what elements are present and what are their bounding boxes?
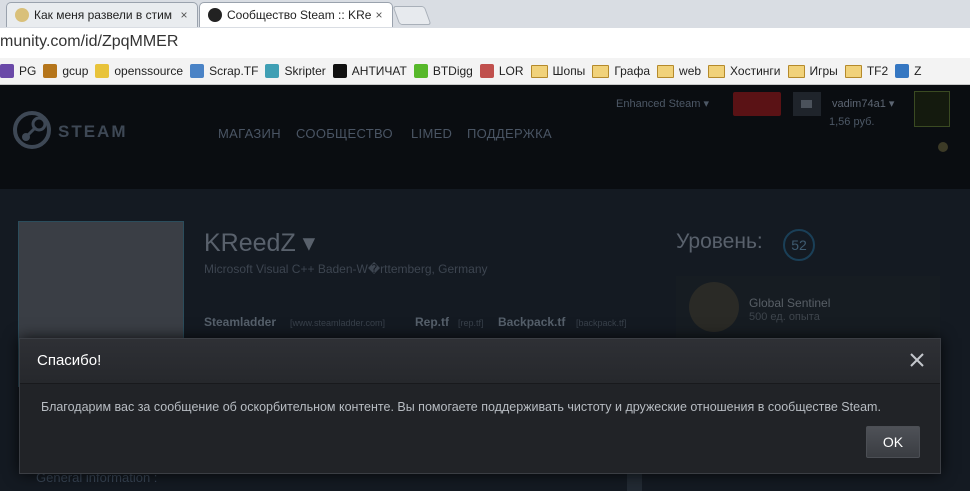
bookmark-favicon-icon <box>0 64 14 78</box>
enhanced-steam-menu[interactable]: Enhanced Steam ▾ <box>616 97 709 110</box>
mail-icon <box>801 100 812 108</box>
bookmark-item[interactable]: Шопы <box>530 64 593 78</box>
bookmark-favicon-icon <box>413 64 428 78</box>
level-label: Уровень: <box>676 230 763 253</box>
browser-tab-2[interactable]: Сообщество Steam :: KRe × <box>199 2 393 27</box>
tab-title: Как меня развели в стим <box>34 8 173 22</box>
nav-limed[interactable]: LIMED <box>411 126 452 141</box>
bookmark-label: Хостинги <box>730 64 781 78</box>
nav-support[interactable]: ПОДДЕРЖКА <box>467 126 552 141</box>
bookmark-label: BTDigg <box>432 64 473 78</box>
folder-icon <box>708 64 726 78</box>
install-steam-button[interactable] <box>733 92 781 116</box>
bookmark-item[interactable]: Z <box>895 64 928 78</box>
bookmark-favicon-icon <box>265 64 280 78</box>
link-backpacktf[interactable]: Backpack.tf <box>498 315 565 329</box>
bookmark-favicon-icon <box>479 64 494 78</box>
dialog-header: Спасибо! <box>20 339 940 384</box>
bookmark-label: АНТИЧАТ <box>351 64 407 78</box>
wallet-balance: 1,56 руб. <box>829 116 875 128</box>
bookmark-favicon-icon <box>895 64 910 78</box>
notifications-button[interactable] <box>793 92 821 116</box>
scrollbar[interactable] <box>627 473 642 491</box>
link-steamladder-url: [www.steamladder.com] <box>290 318 386 328</box>
link-steamladder[interactable]: Steamladder <box>204 315 276 329</box>
bookmark-label: Z <box>914 64 922 78</box>
folder-icon <box>530 64 548 78</box>
bookmark-favicon-icon <box>190 64 205 78</box>
address-bar[interactable]: munity.com/id/ZpqMMER <box>0 28 970 59</box>
badge-xp: 500 ед. опыта <box>749 311 820 323</box>
nav-store[interactable]: МАГАЗИН <box>218 126 281 141</box>
folder-icon <box>844 64 862 78</box>
link-reptf-url: [rep.tf] <box>458 318 484 328</box>
thank-you-dialog: Спасибо! Благодарим вас за сообщение об … <box>19 338 941 474</box>
bookmark-item[interactable]: АНТИЧАТ <box>332 64 414 78</box>
badge-icon <box>689 282 739 332</box>
bookmark-label: web <box>679 64 702 78</box>
status-dot-icon <box>938 142 948 152</box>
tab-title: Сообщество Steam :: KRe <box>227 8 372 22</box>
browser-tab-1[interactable]: Как меня развели в стим × <box>6 2 198 27</box>
folder-icon <box>592 64 610 78</box>
svg-text:STEAM: STEAM <box>58 122 128 141</box>
bookmark-item[interactable]: TF2 <box>844 64 895 78</box>
profile-name[interactable]: KReedZ ▾ <box>204 228 315 258</box>
steam-favicon-icon <box>208 8 222 22</box>
level-badge: 52 <box>783 229 815 261</box>
ok-button[interactable]: OK <box>866 426 920 458</box>
bookmark-item[interactable]: Scrap.TF <box>190 64 265 78</box>
bookmark-item[interactable]: gcup <box>43 64 95 78</box>
bookmark-label: TF2 <box>866 64 889 78</box>
link-reptf[interactable]: Rep.tf <box>415 315 449 329</box>
profile-info: Microsoft Visual C++ Baden-W�rttemberg, … <box>204 262 488 276</box>
bookmark-label: Графа <box>614 64 651 78</box>
bookmark-item[interactable]: Графа <box>592 64 657 78</box>
bookmark-item[interactable]: Skripter <box>265 64 332 78</box>
user-avatar[interactable] <box>914 91 950 127</box>
bookmark-label: gcup <box>62 64 89 78</box>
nav-community[interactable]: СООБЩЕСТВО <box>296 126 393 141</box>
bookmark-item[interactable]: LOR <box>479 64 531 78</box>
bookmark-item[interactable]: web <box>657 64 708 78</box>
bookmark-label: Skripter <box>284 64 326 78</box>
browser-tab-bar: Как меня развели в стим × Сообщество Ste… <box>0 0 970 29</box>
bookmark-favicon-icon <box>95 64 110 78</box>
bookmark-label: Scrap.TF <box>209 64 259 78</box>
bookmark-favicon-icon <box>43 64 58 78</box>
steam-logo-icon[interactable]: STEAM <box>12 110 202 150</box>
dialog-message: Благодарим вас за сообщение об оскорбите… <box>41 400 881 414</box>
bookmark-label: PG <box>19 64 37 78</box>
folder-icon <box>787 64 805 78</box>
bookmark-item[interactable]: openssource <box>95 64 190 78</box>
new-tab-button[interactable] <box>392 6 432 25</box>
bookmark-label: openssource <box>114 64 184 78</box>
dialog-title: Спасибо! <box>37 352 102 369</box>
bookmark-label: Игры <box>809 64 838 78</box>
badge-name: Global Sentinel <box>749 296 831 310</box>
bookmarks-bar: PG gcup openssource Scrap.TF Skripter АНТИЧАТ… <box>0 58 970 85</box>
tab-close-icon[interactable]: × <box>177 8 191 22</box>
close-icon[interactable] <box>905 348 929 372</box>
link-backpacktf-url: [backpack.tf] <box>576 318 627 328</box>
url-text: munity.com/id/ZpqMMER <box>0 33 179 50</box>
tab-favicon-icon <box>15 8 29 22</box>
bookmark-item[interactable]: PG <box>0 64 43 78</box>
bookmark-favicon-icon <box>332 64 347 78</box>
bookmark-item[interactable]: Хостинги <box>708 64 787 78</box>
bookmark-item[interactable]: BTDigg <box>413 64 480 78</box>
tab-close-icon[interactable]: × <box>372 8 386 22</box>
bookmark-label: LOR <box>498 64 524 78</box>
folder-icon <box>657 64 675 78</box>
bookmark-item[interactable]: Игры <box>787 64 845 78</box>
account-menu[interactable]: vadim74a1 ▾ <box>832 97 894 110</box>
bookmark-label: Шопы <box>552 64 586 78</box>
